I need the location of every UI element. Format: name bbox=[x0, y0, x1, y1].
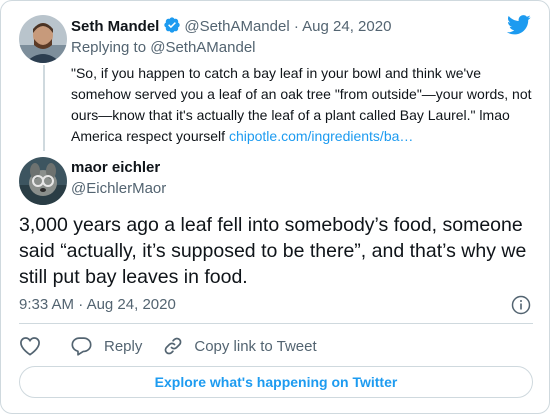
author-avatar[interactable] bbox=[19, 157, 67, 205]
copy-link-button[interactable]: Copy link to Tweet bbox=[164, 337, 317, 355]
quoted-tweet-text: "So, if you happen to catch a bay leaf i… bbox=[71, 63, 533, 147]
copy-link-label[interactable]: Copy link to Tweet bbox=[194, 338, 316, 355]
verified-badge-icon bbox=[163, 16, 181, 40]
quoted-author-avatar[interactable] bbox=[19, 15, 67, 63]
tweet-timestamp[interactable]: 9:33 AM · Aug 24, 2020 bbox=[19, 295, 176, 315]
header-separator: · bbox=[293, 18, 299, 35]
replying-to-line: Replying to @SethAMandel bbox=[71, 38, 256, 58]
link-icon bbox=[164, 337, 182, 355]
replying-to-label: Replying to bbox=[71, 39, 147, 56]
tweet-date[interactable]: Aug 24, 2020 bbox=[87, 296, 176, 313]
reply-icon bbox=[71, 336, 92, 356]
tweet-embed-card: Seth Mandel @SethAMandel · Aug 24, 2020 R… bbox=[0, 0, 550, 414]
quoted-author-handle[interactable]: @SethAMandel bbox=[184, 18, 289, 35]
heart-icon bbox=[19, 336, 41, 356]
explore-twitter-button[interactable]: Explore what's happening on Twitter bbox=[19, 366, 533, 398]
tweet-text: 3,000 years ago a leaf fell into somebod… bbox=[19, 214, 527, 288]
actions-divider bbox=[19, 323, 533, 324]
like-button[interactable] bbox=[19, 336, 41, 356]
reply-label[interactable]: Reply bbox=[104, 338, 142, 355]
author-handle[interactable]: @EichlerMaor bbox=[71, 179, 166, 199]
quoted-author-name[interactable]: Seth Mandel bbox=[71, 18, 159, 35]
twitter-bird-icon[interactable] bbox=[507, 15, 531, 40]
quoted-tweet-header: Seth Mandel @SethAMandel · Aug 24, 2020 bbox=[71, 16, 391, 40]
tweet-time[interactable]: 9:33 AM bbox=[19, 296, 74, 313]
timestamp-separator: · bbox=[78, 296, 84, 313]
quoted-tweet-date[interactable]: Aug 24, 2020 bbox=[302, 18, 391, 35]
quoted-tweet-link[interactable]: chipotle.com/ingredients/ba… bbox=[229, 128, 413, 144]
author-name[interactable]: maor eichler bbox=[71, 158, 160, 178]
info-icon[interactable] bbox=[511, 295, 531, 320]
thread-connector-line bbox=[43, 65, 45, 151]
tweet-actions: Reply Copy link to Tweet bbox=[19, 335, 317, 357]
replying-to-handle[interactable]: @SethAMandel bbox=[150, 39, 255, 56]
reply-button[interactable]: Reply bbox=[71, 336, 142, 356]
